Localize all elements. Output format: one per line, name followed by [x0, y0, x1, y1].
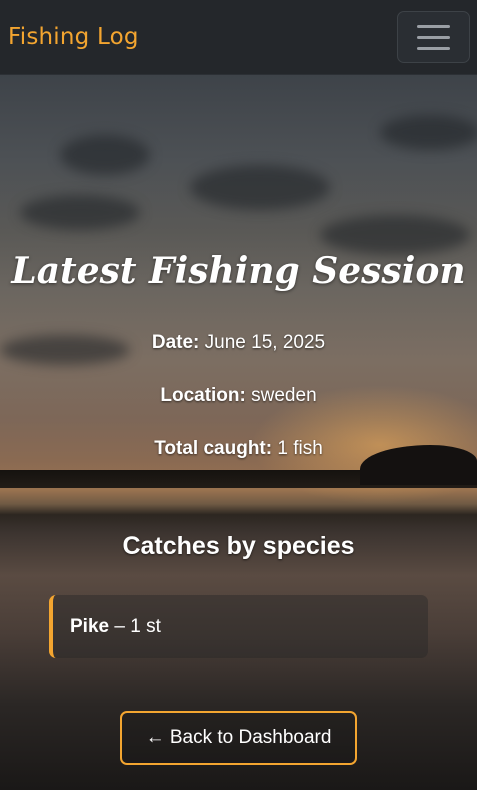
session-content: Latest Fishing Session Date: June 15, 20… — [0, 75, 477, 790]
species-separator: – — [114, 615, 125, 637]
total-value: 1 fish — [277, 438, 323, 459]
session-location: Location: sweden — [0, 385, 477, 407]
page-title: Latest Fishing Session — [11, 250, 466, 292]
date-label: Date: — [151, 332, 200, 353]
location-label: Location: — [160, 385, 246, 406]
total-label: Total caught: — [154, 438, 273, 459]
hamburger-menu-icon — [417, 24, 450, 28]
session-date: Date: June 15, 2025 — [0, 332, 477, 354]
back-to-dashboard-button[interactable]: ← Back to Dashboard — [120, 711, 357, 765]
navbar: Fishing Log — [0, 0, 477, 75]
brand-link[interactable]: Fishing Log — [8, 24, 139, 50]
catches-heading: Catches by species — [122, 532, 355, 560]
hamburger-menu-icon — [417, 35, 450, 39]
hero-background: Latest Fishing Session Date: June 15, 20… — [0, 75, 477, 790]
hamburger-menu-icon — [417, 46, 450, 50]
date-value: June 15, 2025 — [204, 332, 326, 353]
species-name: Pike — [70, 615, 110, 637]
list-item: Pike – 1 st — [49, 595, 428, 658]
menu-toggle-button[interactable] — [397, 11, 470, 63]
species-count: 1 st — [130, 615, 161, 637]
location-value: sweden — [251, 385, 317, 406]
session-total: Total caught: 1 fish — [0, 438, 477, 460]
